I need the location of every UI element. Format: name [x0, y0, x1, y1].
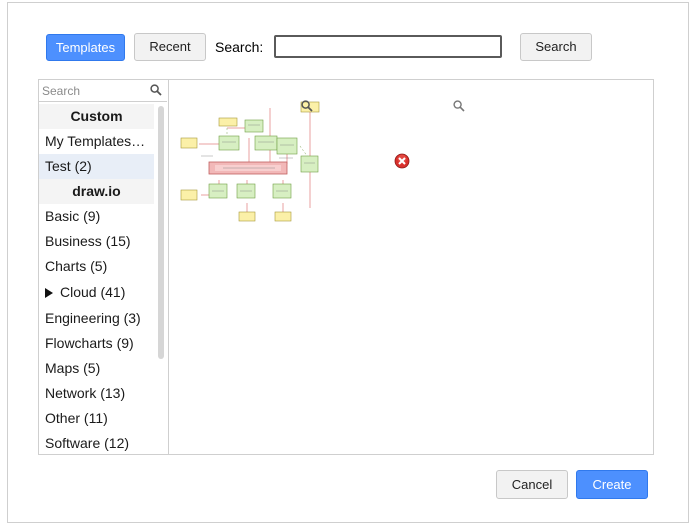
sidebar-item-label: Custom — [70, 108, 123, 124]
sidebar-item-label: Other (11) — [45, 410, 108, 426]
template-grid — [169, 80, 653, 454]
sidebar-item-maps-5[interactable]: Maps (5) — [39, 356, 154, 381]
category-sidebar: Search Custom My Templates… Test (2) draw.i… — [39, 80, 169, 454]
sidebar-item-label: Test (2) — [45, 158, 92, 174]
sidebar-item-label: Flowcharts (9) — [45, 335, 134, 351]
search-button[interactable]: Search — [520, 33, 592, 61]
cancel-button[interactable]: Cancel — [496, 470, 568, 499]
sidebar-item-label: draw.io — [72, 183, 121, 199]
sidebar-item-other-11[interactable]: Other (11) — [39, 406, 154, 431]
sidebar-item-software-12[interactable]: Software (12) — [39, 431, 154, 454]
diagram-thumbnail[interactable] — [179, 98, 324, 226]
error-icon — [394, 153, 410, 169]
sidebar-item-label: Cloud (41) — [60, 284, 126, 300]
zoom-icon[interactable] — [453, 100, 465, 112]
sidebar-item-flowcharts-9[interactable]: Flowcharts (9) — [39, 331, 154, 356]
search-input[interactable] — [274, 35, 502, 58]
sidebar-item-basic-9[interactable]: Basic (9) — [39, 204, 154, 229]
sidebar-item-cloud-41[interactable]: Cloud (41) — [39, 279, 154, 306]
tab-recent[interactable]: Recent — [134, 33, 206, 61]
sidebar-item-label: Software (12) — [45, 435, 130, 451]
tab-templates[interactable]: Templates — [46, 34, 125, 61]
sidebar-item-engineering-3[interactable]: Engineering (3) — [39, 306, 154, 331]
sidebar-scrollbar[interactable] — [158, 106, 164, 359]
sidebar-item-network-13[interactable]: Network (13) — [39, 381, 154, 406]
template-panel: Search Custom My Templates… Test (2) draw.i… — [38, 79, 654, 455]
category-list: Custom My Templates… Test (2) draw.io Basic … — [39, 104, 154, 454]
sidebar-item-charts-5[interactable]: Charts (5) — [39, 254, 154, 279]
sidebar-item-business-15[interactable]: Business (15) — [39, 229, 154, 254]
sidebar-search-input[interactable]: Search — [42, 84, 80, 98]
sidebar-item-my-templates[interactable]: My Templates… — [39, 129, 154, 154]
sidebar-header-draw-io: draw.io — [39, 179, 154, 204]
expand-arrow-icon[interactable] — [45, 288, 53, 298]
search-label: Search: — [215, 39, 264, 55]
sidebar-item-label: My Templates… — [45, 133, 146, 149]
create-button[interactable]: Create — [576, 470, 648, 499]
sidebar-item-label: Network (13) — [45, 385, 126, 401]
sidebar-item-label: Charts (5) — [45, 258, 108, 274]
sidebar-item-test-2[interactable]: Test (2) — [39, 154, 154, 179]
zoom-icon[interactable] — [301, 100, 313, 112]
search-icon[interactable] — [150, 84, 162, 96]
sidebar-header-custom: Custom — [39, 104, 154, 129]
sidebar-item-label: Business (15) — [45, 233, 131, 249]
sidebar-item-label: Engineering (3) — [45, 310, 141, 326]
sidebar-item-label: Basic (9) — [45, 208, 101, 224]
sidebar-item-label: Maps (5) — [45, 360, 101, 376]
sidebar-search[interactable]: Search — [39, 80, 167, 102]
